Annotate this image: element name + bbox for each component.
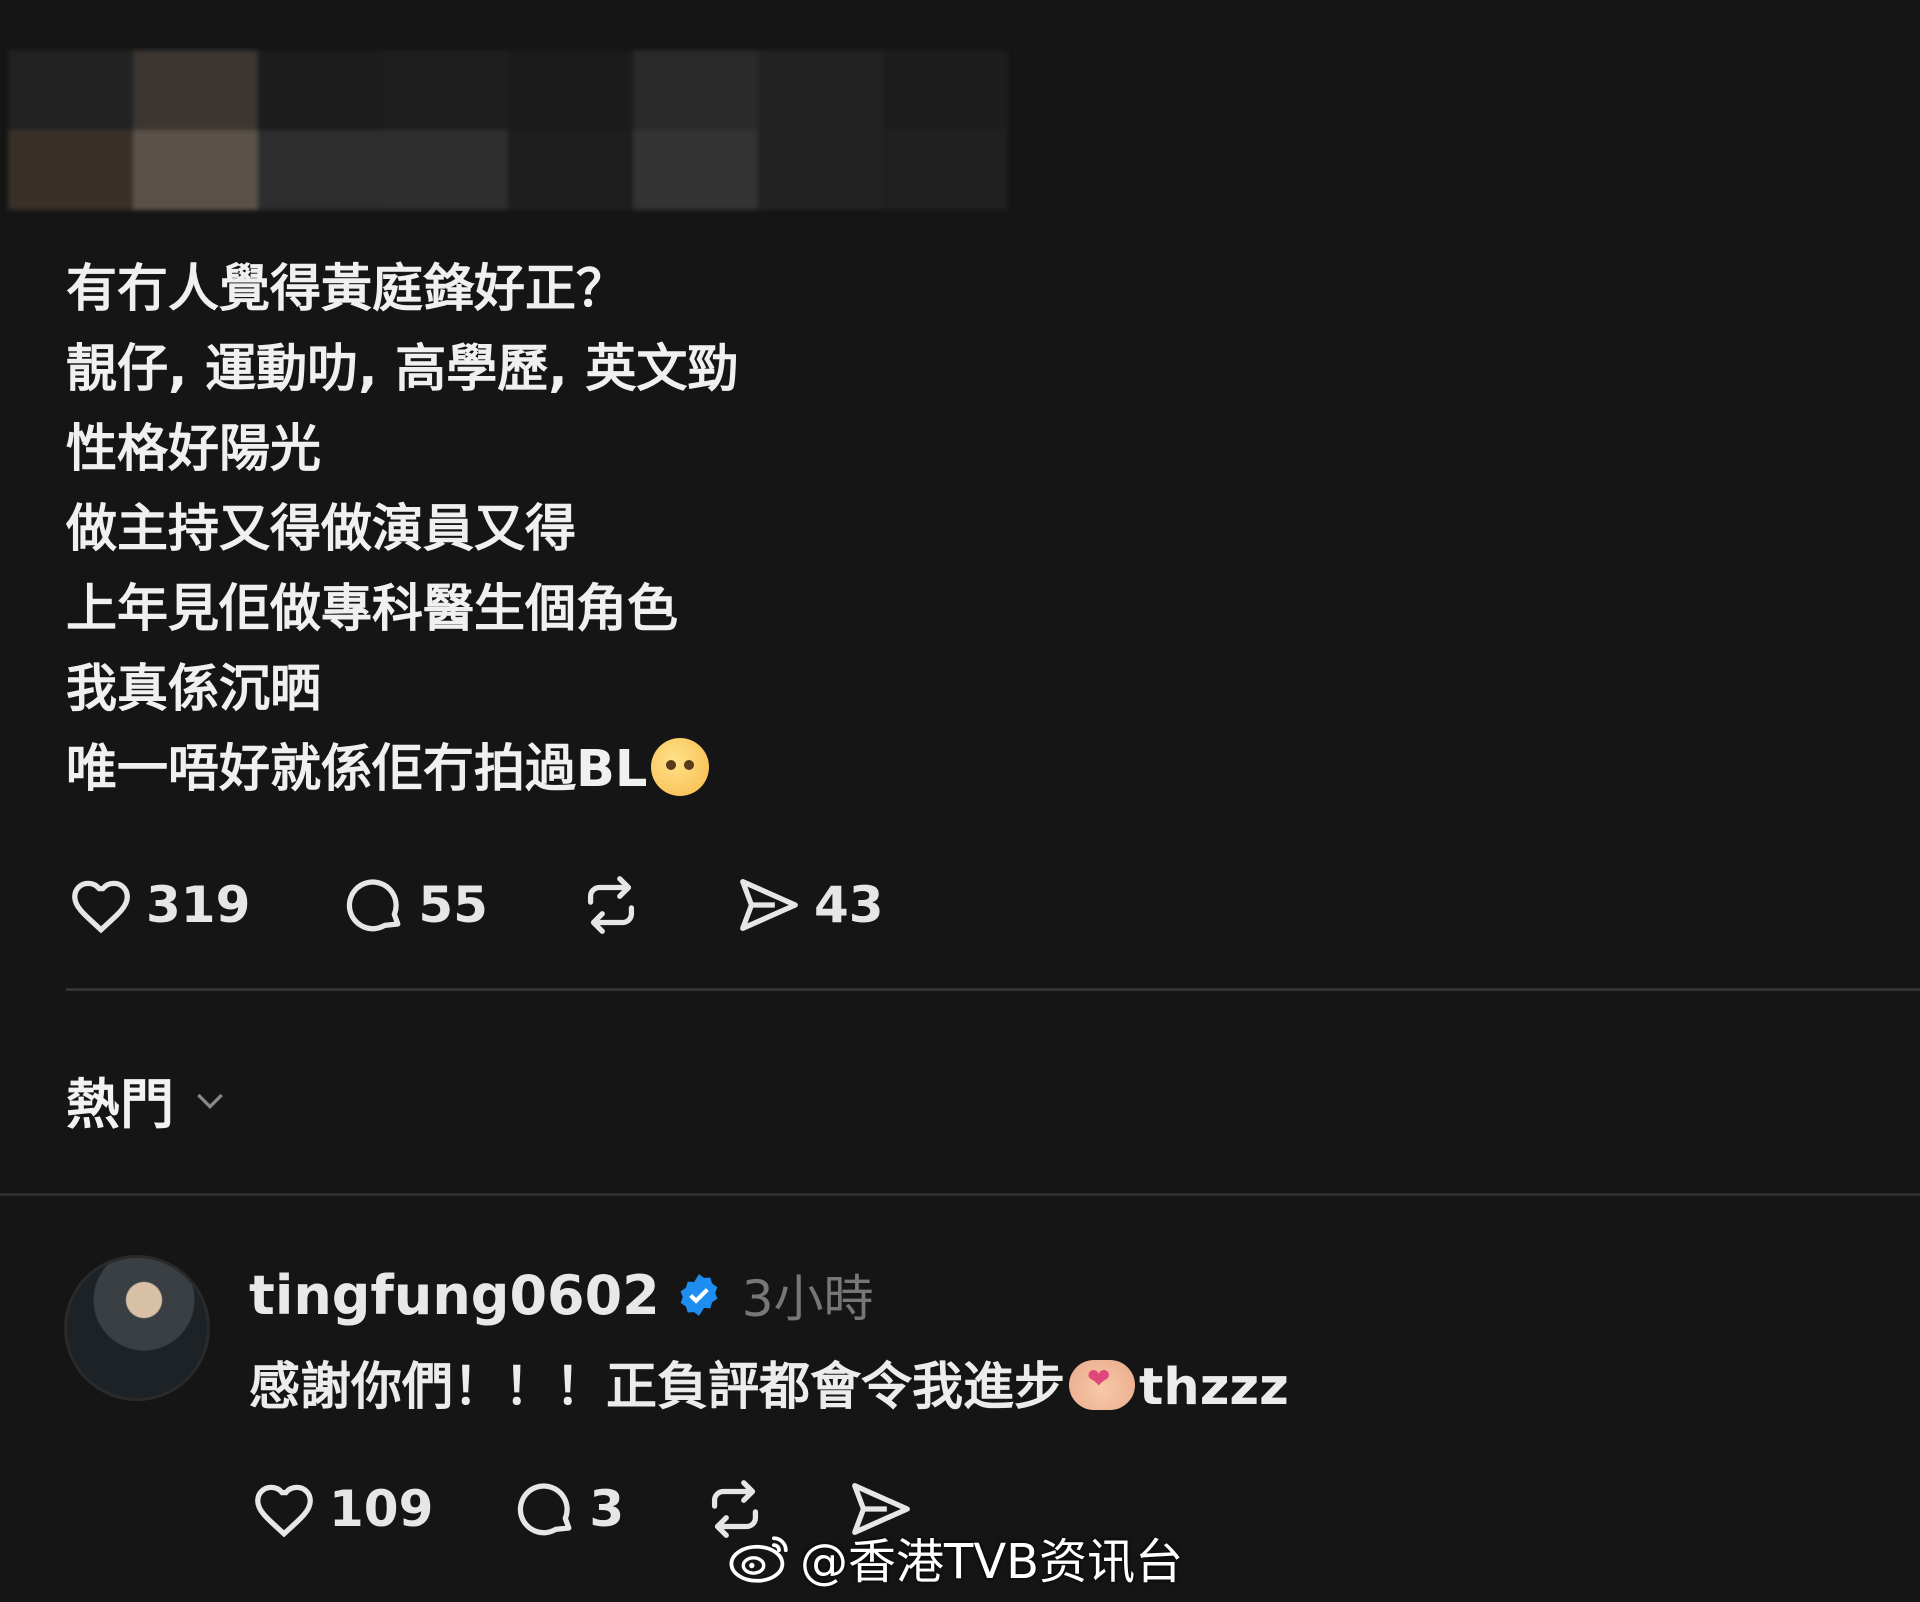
send-icon: [740, 879, 798, 931]
username[interactable]: tingfung0602: [249, 1264, 660, 1327]
repost-button[interactable]: [576, 870, 646, 940]
divider: [0, 1193, 1920, 1196]
share-count: 43: [813, 876, 884, 934]
post-line-last: 唯一唔好就係佢冇拍過BL: [66, 730, 1866, 810]
heart-hands-emoji-icon: [1069, 1360, 1136, 1410]
post-line-text: 唯一唔好就係佢冇拍過BL: [66, 740, 648, 799]
post-actions: 319 55 43: [66, 870, 972, 940]
heart-icon: [255, 1484, 313, 1538]
post-line: 性格好陽光: [66, 420, 322, 479]
reply-text: 感謝你們！！！正負評都會令我進步 thzzz: [249, 1345, 1649, 1419]
post-line: 我真係沉晒: [66, 660, 322, 719]
reply-text-main: 感謝你們！！！正負評都會令我進步: [249, 1358, 1066, 1417]
reply-text-tail: thzzz: [1139, 1358, 1289, 1417]
sort-dropdown[interactable]: 熱門: [66, 1060, 230, 1139]
blurred-header: [8, 50, 1008, 210]
comment-button[interactable]: 55: [338, 870, 488, 940]
sort-label: 熱門: [66, 1073, 174, 1136]
reply-comment-button[interactable]: 3: [509, 1474, 624, 1544]
post-line: 做主持又得做演員又得: [66, 500, 577, 559]
heart-icon: [72, 880, 130, 934]
post-body: 有冇人覺得黃庭鋒好正？ 靚仔, 運動叻, 高學歷, 英文勁 性格好陽光 做主持又…: [66, 250, 1866, 810]
share-button[interactable]: 43: [734, 870, 884, 940]
post-line: 靚仔, 運動叻, 高學歷, 英文勁: [66, 340, 739, 399]
chevron-down-icon: [197, 1093, 223, 1109]
post-line: 上年見佢做專科醫生個角色: [66, 580, 679, 639]
verified-badge-icon: [680, 1274, 718, 1316]
comment-icon: [518, 1483, 572, 1536]
timestamp: 3小時: [741, 1270, 874, 1328]
avatar[interactable]: [64, 1255, 210, 1401]
watermark-text: @香港TVB资讯台: [800, 1534, 1184, 1590]
like-button[interactable]: 319: [66, 870, 250, 940]
weibo-logo-icon: [729, 1536, 788, 1583]
repost-icon: [587, 876, 635, 934]
pleading-face-emoji-icon: [651, 738, 710, 796]
like-count: 319: [146, 876, 251, 934]
reply-like-button[interactable]: 109: [249, 1474, 433, 1544]
comment-icon: [347, 879, 401, 932]
comment-count: 55: [418, 876, 488, 934]
weibo-watermark: @香港TVB资讯台: [728, 1522, 1183, 1592]
reply-like-count: 109: [329, 1480, 434, 1538]
post-line: 有冇人覺得黃庭鋒好正？: [66, 260, 628, 319]
divider: [66, 988, 1920, 991]
reply-comment-count: 3: [589, 1480, 625, 1538]
